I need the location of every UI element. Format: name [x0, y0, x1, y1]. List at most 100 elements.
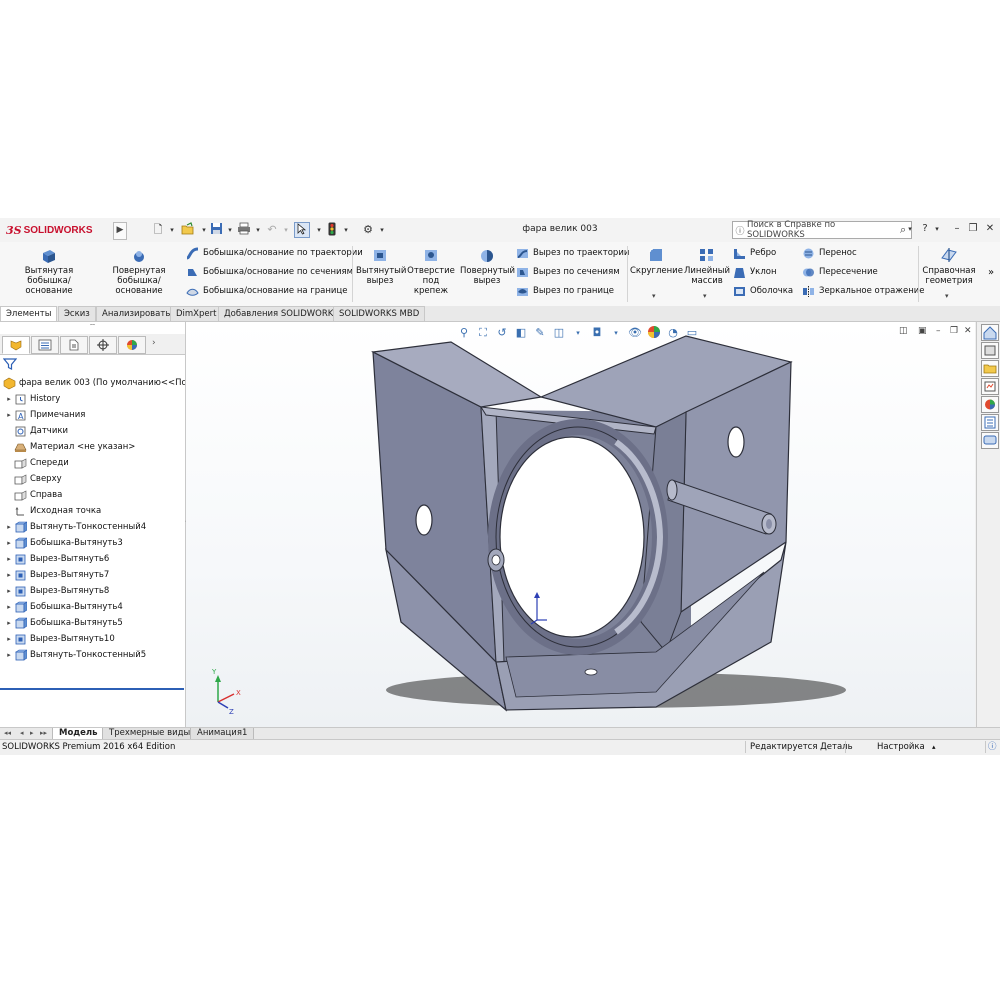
- close-icon[interactable]: ✕: [983, 222, 997, 236]
- mirror-button[interactable]: Зеркальное отражение: [802, 283, 925, 299]
- custom-properties-icon[interactable]: [981, 414, 999, 431]
- menu-expand-arrow[interactable]: ▶: [113, 222, 127, 240]
- draft-button[interactable]: Уклон: [733, 264, 777, 280]
- tree-root-part[interactable]: фара велик 003 (По умолчанию<<По ум: [0, 375, 185, 391]
- file-explorer-icon[interactable]: [981, 360, 999, 377]
- expand-arrow-icon[interactable]: ▸: [4, 619, 14, 627]
- boundary-boss-button[interactable]: Бобышка/основание на границе: [186, 283, 347, 299]
- tree-item-feature[interactable]: ▸ Вырез-Вытянуть6: [0, 551, 185, 567]
- select-cursor-icon[interactable]: [294, 222, 310, 238]
- revolved-boss-button[interactable]: Повернутая бобышка/основание: [96, 246, 182, 296]
- plane-icon: [14, 458, 27, 468]
- graphics-viewport[interactable]: ⚲ ⛶ ↺ ◧ ✎ ◫ ▾ ◘ ▾ 👁 ◔ ▭ ◫ ▣ – ❐ ✕ Y X Z: [186, 322, 975, 727]
- intersect-button[interactable]: Пересечение: [802, 264, 878, 280]
- tree-item-origin[interactable]: Исходная точка: [0, 503, 185, 519]
- expand-arrow-icon[interactable]: ▸: [4, 651, 14, 659]
- fillet-button[interactable]: Скругление: [630, 246, 683, 276]
- tree-item-feature[interactable]: ▸ Вырез-Вытянуть8: [0, 583, 185, 599]
- lofted-boss-button[interactable]: Бобышка/основание по сечениям: [186, 264, 353, 280]
- solidworks-forum-icon[interactable]: [981, 432, 999, 449]
- hole-wizard-button[interactable]: Отверстие под крепеж: [406, 246, 456, 296]
- tree-item-annotations[interactable]: ▸ A Примечания: [0, 407, 185, 423]
- headlight-housing-model[interactable]: Y X Z: [186, 322, 975, 727]
- lofted-cut-button[interactable]: Вырез по сечениям: [516, 264, 620, 280]
- display-manager-tab[interactable]: [118, 336, 146, 354]
- chevron-down-icon[interactable]: ▾: [374, 222, 390, 238]
- reference-geometry-button[interactable]: Справочная геометрия: [921, 246, 977, 286]
- filter-icon[interactable]: [3, 357, 17, 371]
- panel-grip-icon[interactable]: ⌔: [0, 322, 185, 334]
- tree-item-feature[interactable]: ▸ Вырез-Вытянуть10: [0, 631, 185, 647]
- chevron-down-icon[interactable]: ▾: [164, 222, 180, 238]
- tab-addins[interactable]: Добавления SOLIDWORKS: [218, 306, 345, 321]
- chevron-down-icon[interactable]: ▾: [703, 292, 707, 300]
- chevron-down-icon[interactable]: ▾: [903, 222, 917, 236]
- expand-arrow-icon[interactable]: ▸: [4, 587, 14, 595]
- extruded-boss-button[interactable]: Вытянутая бобышка/основание: [6, 246, 92, 296]
- expand-arrow-icon[interactable]: ▸: [4, 635, 14, 643]
- tab-sketch[interactable]: Эскиз: [58, 306, 96, 321]
- tree-item-front-plane[interactable]: Спереди: [0, 455, 185, 471]
- help-search-input[interactable]: Поиск в Справке по SOLIDWORKS: [747, 220, 895, 240]
- chevron-down-icon[interactable]: ▾: [278, 222, 294, 238]
- tree-item-feature[interactable]: ▸ Бобышка-Вытянуть5: [0, 615, 185, 631]
- swept-cut-button[interactable]: Вырез по траектории: [516, 245, 629, 261]
- rib-button[interactable]: Ребро: [733, 245, 776, 261]
- chevron-down-icon[interactable]: ▾: [945, 292, 949, 300]
- chevron-down-icon[interactable]: ▾: [338, 222, 354, 238]
- expand-arrow-icon[interactable]: ▸: [4, 395, 14, 403]
- linear-pattern-button[interactable]: Линейный массив: [684, 246, 730, 286]
- tree-item-right-plane[interactable]: Справа: [0, 487, 185, 503]
- tree-item-feature[interactable]: ▸ Вытянуть-Тонкостенный5: [0, 647, 185, 663]
- tree-item-feature[interactable]: ▸ Вытянуть-Тонкостенный4: [0, 519, 185, 535]
- shell-button[interactable]: Оболочка: [733, 283, 793, 299]
- configuration-manager-tab[interactable]: [60, 336, 88, 354]
- design-library-icon[interactable]: [981, 342, 999, 359]
- chevron-down-icon[interactable]: ▾: [930, 222, 944, 236]
- swept-boss-button[interactable]: Бобышка/основание по траектории: [186, 245, 363, 261]
- minimize-icon[interactable]: –: [950, 222, 964, 236]
- extruded-cut-icon: [15, 586, 26, 596]
- open-document-icon[interactable]: [180, 222, 196, 238]
- solidworks-resources-icon[interactable]: [981, 324, 999, 341]
- panel-more-icon[interactable]: ›: [152, 338, 156, 348]
- tab-nav-next-icon[interactable]: ▸: [30, 728, 34, 739]
- tab-nav-last-icon[interactable]: ▸▸: [40, 728, 47, 739]
- dimxpert-manager-tab[interactable]: [89, 336, 117, 354]
- expand-arrow-icon[interactable]: ▸: [4, 523, 14, 531]
- expand-arrow-icon[interactable]: ▸: [4, 603, 14, 611]
- tab-features[interactable]: Элементы: [0, 306, 58, 321]
- tree-item-feature[interactable]: ▸ Вырез-Вытянуть7: [0, 567, 185, 583]
- view-palette-icon[interactable]: [981, 378, 999, 395]
- status-help-icon[interactable]: ⓘ: [988, 740, 997, 754]
- appearances-scenes-icon[interactable]: [981, 396, 999, 413]
- expand-arrow-icon[interactable]: ▸: [4, 571, 14, 579]
- extruded-cut-button[interactable]: Вытянутый вырез: [356, 246, 406, 286]
- tree-item-history[interactable]: ▸ History: [0, 391, 185, 407]
- tab-nav-prev-icon[interactable]: ◂: [20, 728, 24, 739]
- boundary-cut-button[interactable]: Вырез по границе: [516, 283, 614, 299]
- tab-mbd[interactable]: SOLIDWORKS MBD: [333, 306, 426, 321]
- expand-arrow-icon[interactable]: ▸: [4, 411, 14, 419]
- expand-arrow-icon[interactable]: ▸: [4, 539, 14, 547]
- tree-item-feature[interactable]: ▸ Бобышка-Вытянуть4: [0, 599, 185, 615]
- solidworks-logo[interactable]: 3S SOLIDWORKS: [6, 221, 110, 239]
- more-commands-icon[interactable]: »: [988, 264, 994, 280]
- status-customize[interactable]: Настройка: [877, 740, 925, 754]
- tree-item-sensors[interactable]: Датчики: [0, 423, 185, 439]
- expand-arrow-icon[interactable]: ▸: [4, 555, 14, 563]
- tab-dimxpert[interactable]: DimXpert: [170, 306, 223, 321]
- tree-item-top-plane[interactable]: Сверху: [0, 471, 185, 487]
- chevron-down-icon[interactable]: ▾: [652, 292, 656, 300]
- tree-item-feature[interactable]: ▸ Бобышка-Вытянуть3: [0, 535, 185, 551]
- tab-evaluate[interactable]: Анализировать: [96, 306, 177, 321]
- help-search-box[interactable]: ⓘ Поиск в Справке по SOLIDWORKS ⌕: [732, 220, 912, 240]
- tree-item-material[interactable]: Материал <не указан>: [0, 439, 185, 455]
- revolved-cut-button[interactable]: Повернутый вырез: [460, 246, 515, 286]
- feature-tree-tab[interactable]: [2, 336, 30, 354]
- property-manager-tab[interactable]: [31, 336, 59, 354]
- wrap-button[interactable]: Перенос: [802, 245, 857, 261]
- restore-icon[interactable]: ❐: [966, 222, 980, 236]
- chevron-up-icon[interactable]: ▴: [932, 740, 936, 754]
- tab-nav-first-icon[interactable]: ◂◂: [4, 728, 11, 739]
